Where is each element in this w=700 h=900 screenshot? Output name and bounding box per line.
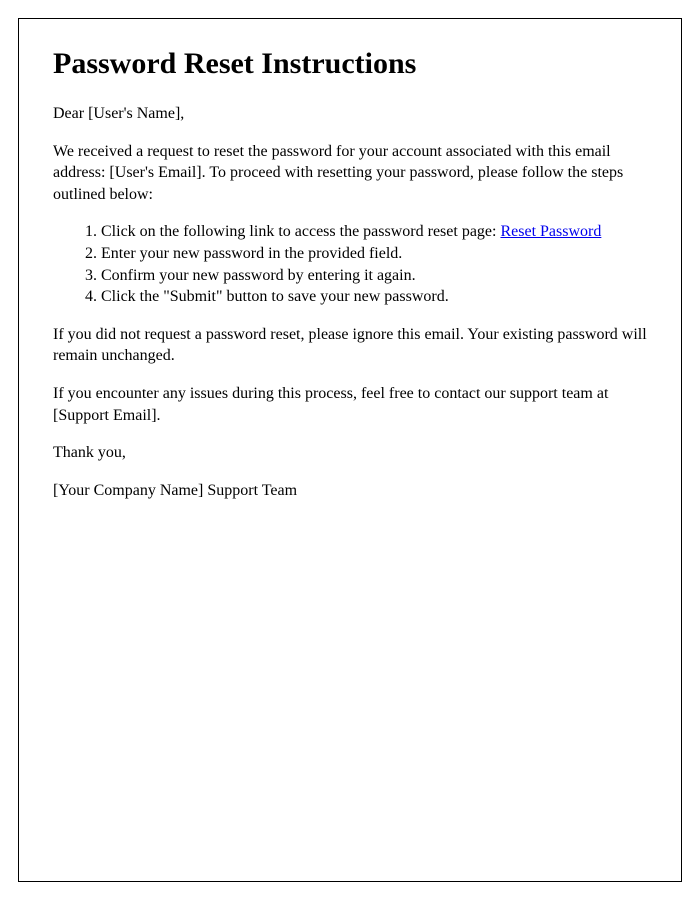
step-item-2: Enter your new password in the provided …: [101, 243, 647, 265]
ignore-note: If you did not request a password reset,…: [53, 324, 647, 367]
step-item-3: Confirm your new password by entering it…: [101, 265, 647, 287]
document-container: Password Reset Instructions Dear [User's…: [18, 18, 682, 882]
step-item-1: Click on the following link to access th…: [101, 221, 647, 243]
thank-you-text: Thank you,: [53, 442, 647, 464]
greeting-text: Dear [User's Name],: [53, 103, 647, 125]
support-note: If you encounter any issues during this …: [53, 383, 647, 426]
signature-text: [Your Company Name] Support Team: [53, 480, 647, 502]
step-1-prefix: Click on the following link to access th…: [101, 223, 500, 240]
steps-list: Click on the following link to access th…: [101, 221, 647, 307]
page-title: Password Reset Instructions: [53, 47, 647, 81]
step-item-4: Click the "Submit" button to save your n…: [101, 286, 647, 308]
intro-paragraph: We received a request to reset the passw…: [53, 141, 647, 206]
reset-password-link[interactable]: Reset Password: [500, 223, 601, 240]
